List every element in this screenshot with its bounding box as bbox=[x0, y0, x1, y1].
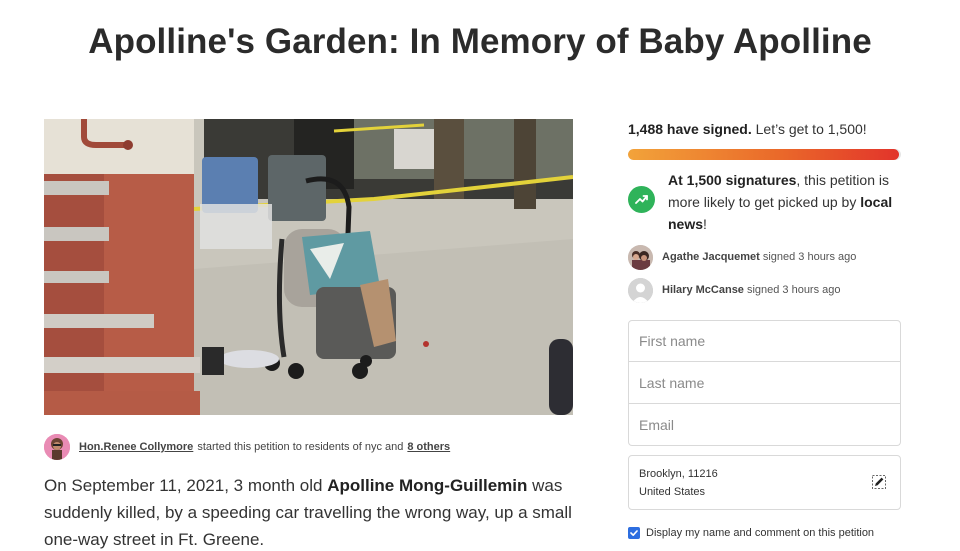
signer-name: Hilary McCanse bbox=[662, 284, 744, 296]
last-name-field-wrapper bbox=[628, 362, 901, 404]
location-field[interactable]: Brooklyn, 11216 United States bbox=[628, 455, 901, 510]
trending-up-icon bbox=[628, 186, 655, 213]
signature-count: 1,488 have signed. Let’s get to 1,500! bbox=[628, 119, 901, 139]
signature-count-value: 1,488 have signed. bbox=[628, 121, 752, 137]
starter-description: started this petition to residents of ny… bbox=[197, 441, 404, 453]
milestone-goal: At 1,500 signatures bbox=[668, 172, 797, 188]
petition-story: On September 11, 2021, 3 month old Apoll… bbox=[44, 472, 574, 551]
edit-icon[interactable] bbox=[871, 474, 887, 490]
signature-progress-fill bbox=[628, 149, 899, 160]
default-avatar-icon bbox=[628, 277, 653, 303]
petition-starter: Hon.Renee Collymore started this petitio… bbox=[44, 434, 450, 460]
recent-signer: Agathe Jacquemet signed 3 hours ago bbox=[628, 244, 901, 270]
starter-avatar[interactable] bbox=[44, 434, 70, 460]
display-name-consent[interactable]: Display my name and comment on this peti… bbox=[628, 527, 901, 539]
email-input[interactable] bbox=[639, 416, 890, 433]
signer-time: signed 3 hours ago bbox=[762, 251, 857, 263]
first-name-field-wrapper bbox=[628, 320, 901, 362]
story-victim-name: Apolline Mong-Guillemin bbox=[327, 476, 528, 495]
email-field-wrapper bbox=[628, 404, 901, 446]
signer-time: signed 3 hours ago bbox=[746, 284, 841, 296]
consent-checkbox[interactable] bbox=[628, 527, 640, 539]
milestone-end: ! bbox=[703, 216, 707, 232]
recent-signer: Hilary McCanse signed 3 hours ago bbox=[628, 277, 901, 303]
signer-avatar bbox=[628, 244, 653, 270]
recent-signers: Agathe Jacquemet signed 3 hours ago Hila… bbox=[628, 244, 901, 303]
location-country: United States bbox=[639, 486, 706, 498]
sign-panel: 1,488 have signed. Let’s get to 1,500! A… bbox=[628, 119, 901, 539]
milestone-message: At 1,500 signatures, this petition is mo… bbox=[628, 169, 901, 235]
stroller-street-photo bbox=[44, 119, 573, 415]
milestone-text: At 1,500 signatures, this petition is mo… bbox=[668, 169, 901, 235]
starter-others-link[interactable]: 8 others bbox=[407, 441, 450, 453]
sign-form bbox=[628, 320, 901, 446]
story-text-start: On September 11, 2021, 3 month old bbox=[44, 476, 328, 495]
signer-name: Agathe Jacquemet bbox=[662, 251, 760, 263]
location-city: Brooklyn, 11216 bbox=[639, 468, 718, 480]
last-name-input[interactable] bbox=[639, 374, 890, 391]
signature-goal: Let’s get to 1,500! bbox=[755, 121, 867, 137]
petition-photo bbox=[44, 119, 573, 415]
signature-progress-bar bbox=[628, 149, 901, 160]
first-name-input[interactable] bbox=[639, 333, 890, 349]
starter-name-link[interactable]: Hon.Renee Collymore bbox=[79, 441, 193, 453]
petition-title: Apolline's Garden: In Memory of Baby Apo… bbox=[88, 22, 872, 61]
consent-label: Display my name and comment on this peti… bbox=[646, 527, 875, 539]
